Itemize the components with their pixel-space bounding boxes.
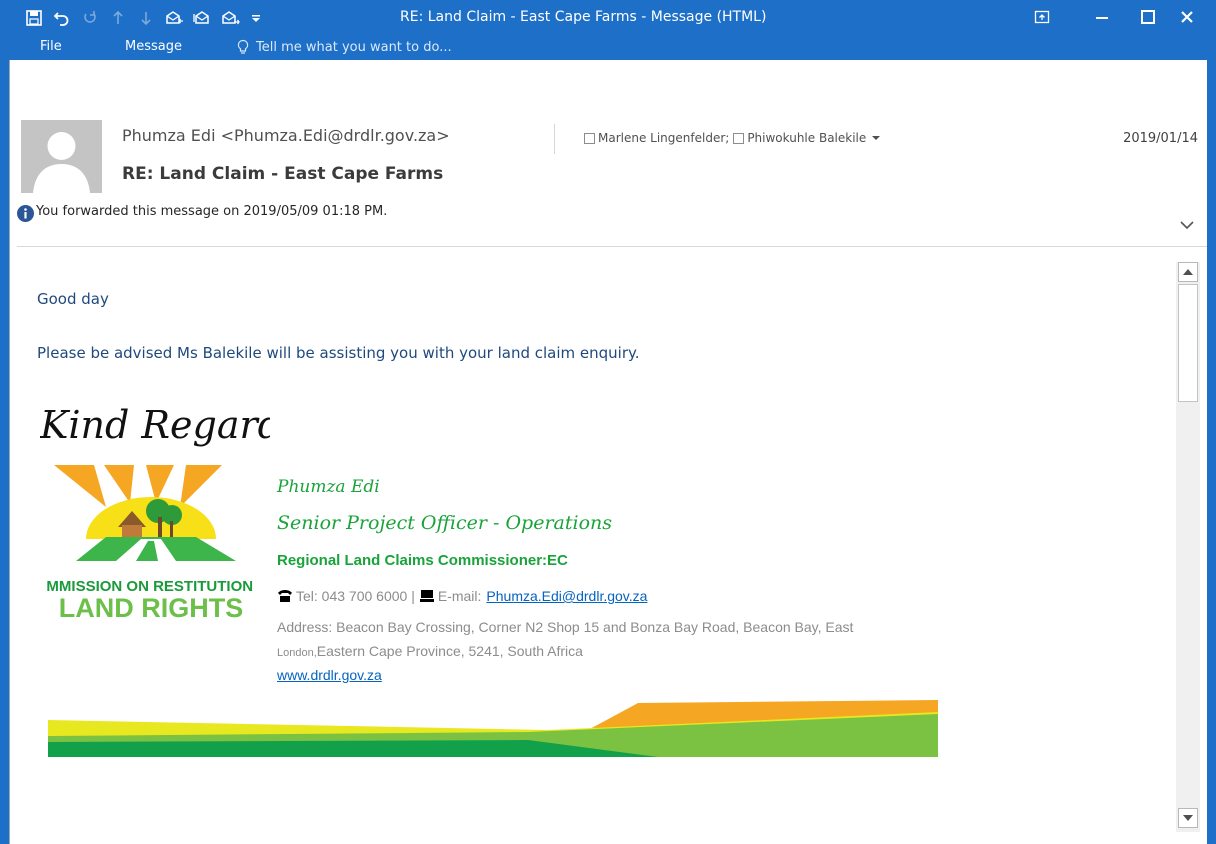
forward-icon[interactable] [220,8,240,28]
title-bar: RE: Land Claim - East Cape Farms - Messa… [0,0,1216,60]
svg-text:LAND RIGHTS: LAND RIGHTS [59,593,244,623]
greeting: Good day [37,290,109,308]
signature-banner [48,700,938,757]
recipient-2[interactable]: Phiwokuhle Balekile [747,131,866,145]
message-subject: RE: Land Claim - East Cape Farms [122,164,444,184]
recipients-list[interactable]: Marlene Lingenfelder; Phiwokuhle Balekil… [584,131,881,145]
reply-all-icon[interactable] [192,8,212,28]
save-icon[interactable] [24,8,44,28]
recipients-dropdown-icon[interactable] [872,136,881,140]
signature-website-link[interactable]: www.drdlr.gov.za [277,667,382,683]
info-icon [17,205,34,222]
computer-icon [419,590,434,602]
tell-me-placeholder: Tell me what you want to do... [256,39,452,55]
recipient-checkbox [584,132,595,144]
scroll-up-icon [1183,269,1193,275]
window-title: RE: Land Claim - East Cape Farms - Messa… [400,9,767,25]
address-rest: Eastern Cape Province, 5241, South Afric… [316,643,583,659]
expand-header-icon[interactable] [1178,218,1196,232]
signature-name: Phumza Edi [277,477,380,497]
window-border-left [0,60,9,844]
scroll-up-button[interactable] [1178,262,1198,282]
tab-file[interactable]: File [40,34,62,60]
signature-organization: Regional Land Claims Commissioner:EC [277,552,568,569]
header-separator [17,246,1207,247]
commission-logo: COMMISSION ON RESTITUTION OF LAND RIGHTS [46,465,256,625]
vertical-scrollbar[interactable] [1176,262,1200,832]
customize-toolbar-icon[interactable] [246,8,260,28]
phone-icon [278,590,292,602]
window-inner-edge [9,60,10,844]
signature-address-line1: Address: Beacon Bay Crossing, Corner N2 … [277,619,854,635]
header-divider [554,124,555,154]
message-date: 2019/01/14 [1123,131,1198,146]
recipient-1[interactable]: Marlene Lingenfelder; [598,131,729,145]
signature-email-link[interactable]: Phumza.Edi@drdlr.gov.za [486,588,647,604]
kind-regards-handwriting: Kind Regards. [40,398,270,460]
signature-address-line2: London,Eastern Cape Province, 5241, Sout… [277,643,583,659]
undo-icon[interactable] [52,8,72,28]
lightbulb-icon [237,39,249,54]
address-city: London, [277,647,317,659]
minimize-icon[interactable] [1079,0,1125,34]
signature-contact: Tel: 043 700 6000 | E-mail: Phumza.Edi@d… [277,588,647,604]
next-item-icon[interactable] [136,8,156,28]
signature-email-label: E-mail: [437,588,482,604]
scroll-down-icon [1183,815,1193,821]
redo-icon[interactable] [80,8,100,28]
scrollbar-thumb[interactable] [1178,284,1198,402]
ribbon-display-options-icon[interactable] [1019,0,1065,34]
forwarded-info: You forwarded this message on 2019/05/09… [36,204,388,219]
recipient-checkbox [733,132,745,144]
tell-me-search[interactable]: Tell me what you want to do... [236,34,452,60]
close-icon[interactable] [1164,0,1210,34]
signature-tel: Tel: 043 700 6000 | [296,588,415,604]
scroll-down-button[interactable] [1178,808,1198,828]
sender-avatar[interactable] [21,120,102,193]
svg-text:Kind Regards.: Kind Regards. [40,403,270,447]
body-paragraph: Please be advised Ms Balekile will be as… [37,344,640,362]
window-border-right [1207,60,1216,844]
previous-item-icon[interactable] [108,8,128,28]
sender-name[interactable]: Phumza Edi <Phumza.Edi@drdlr.gov.za> [122,126,450,145]
signature-title: Senior Project Officer - Operations [277,512,613,534]
tab-message[interactable]: Message [125,34,182,60]
reply-icon[interactable] [164,8,184,28]
